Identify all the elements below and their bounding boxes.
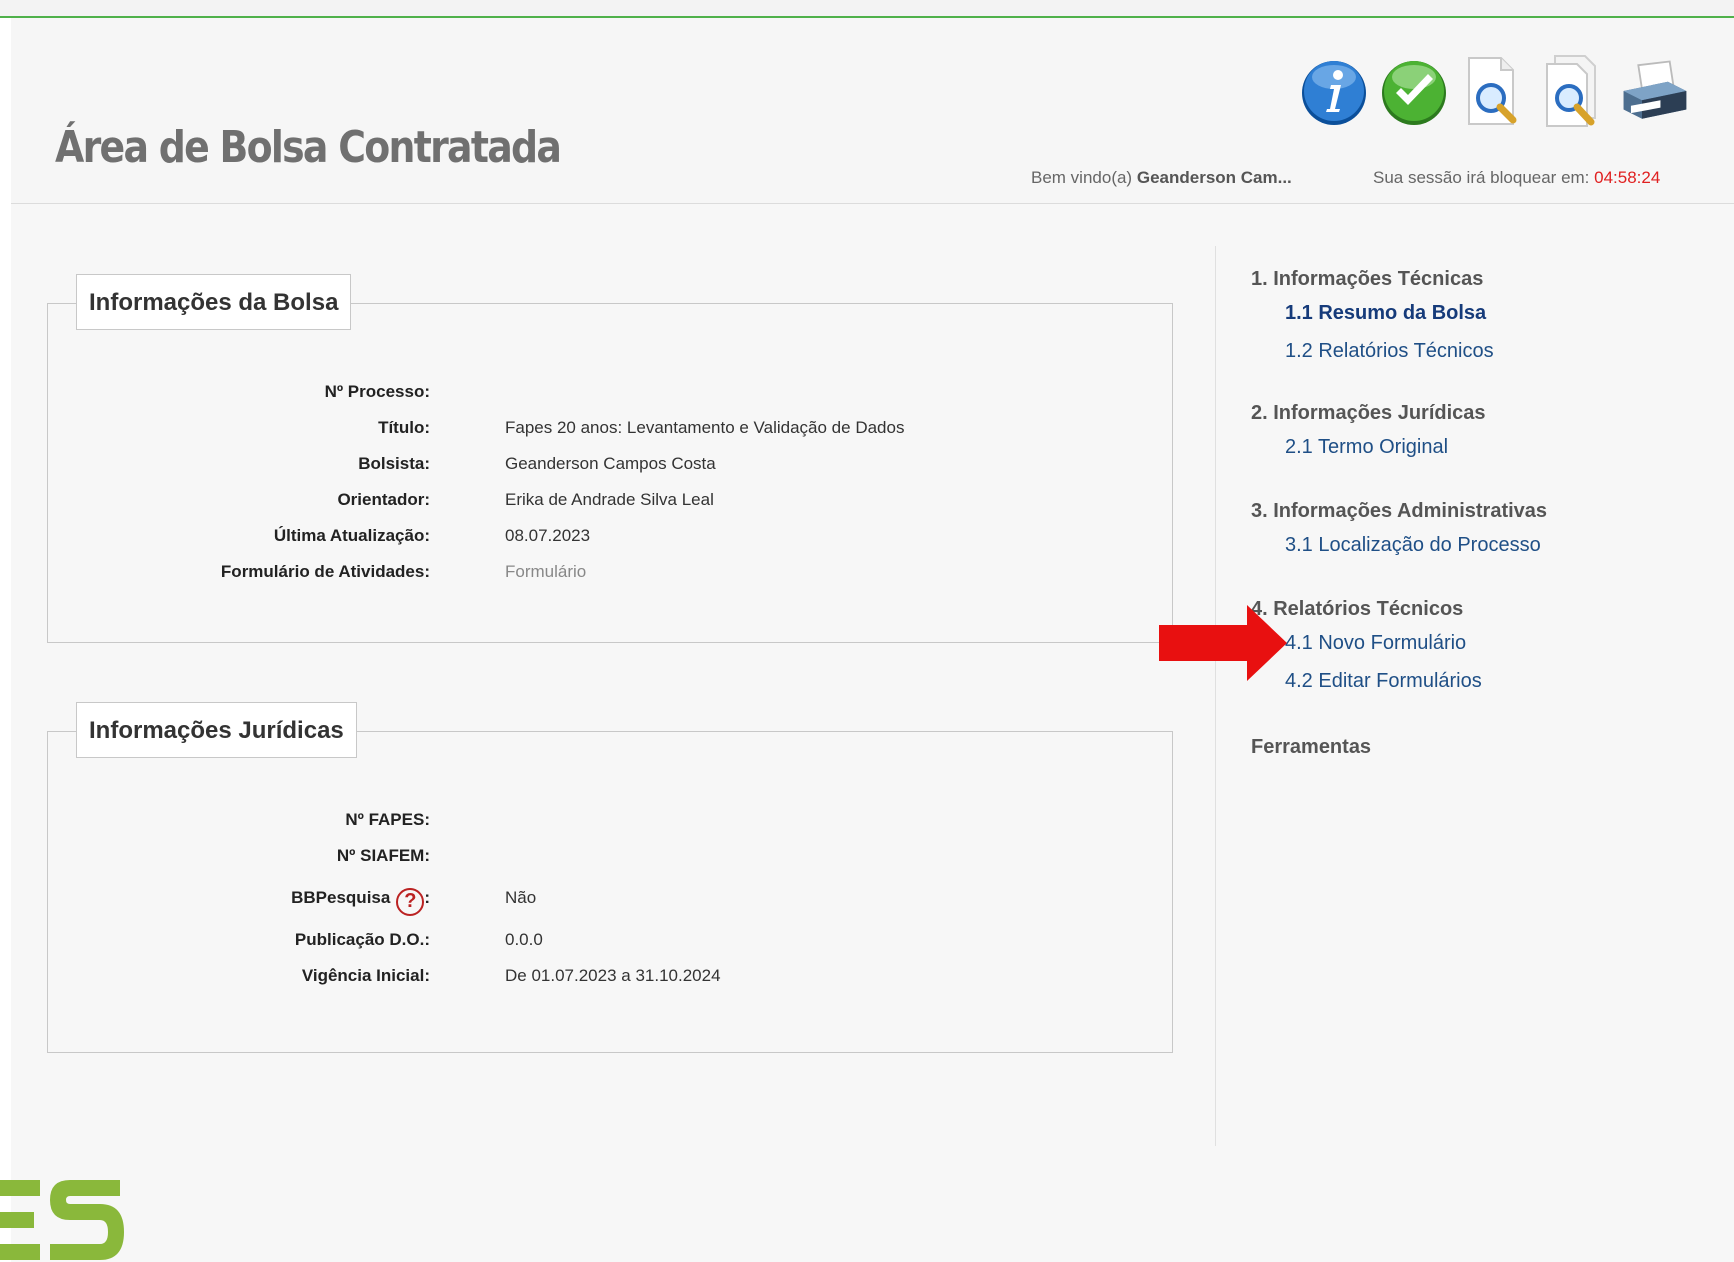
session-label: Sua sessão irá bloquear em: [1373,168,1590,187]
value-titulo: Fapes 20 anos: Levantamento e Validação … [505,418,905,437]
label-ultima-atualizacao: Última Atualização: [273,526,430,545]
juridicas-panel: Informações Jurídicas Nº FAPES: Nº SIAFE… [47,702,1173,1053]
row-bolsista: Bolsista: Geanderson Campos Costa [48,454,1148,478]
fapes-logo [0,1180,124,1260]
value-bbpesquisa: Não [505,888,537,907]
menu-group-tecnicas: 1. Informações Técnicas [1251,268,1484,290]
row-orientador: Orientador: Erika de Andrade Silva Leal [48,490,1148,514]
label-processo: Nº Processo: [324,382,430,401]
menu-group-ferramentas[interactable]: Ferramentas [1251,736,1371,759]
menu-item-localizacao-processo[interactable]: 3.1 Localização do Processo [1285,534,1541,557]
row-bbpesquisa: BBPesquisa?: Não [48,888,1148,916]
label-siafem: Nº SIAFEM: [336,846,430,865]
printer-icon[interactable] [1618,52,1690,130]
row-publicacao: Publicação D.O.: 0.0.0 [48,930,1148,954]
menu-item-novo-formulario[interactable]: 4.1 Novo Formulário [1285,632,1466,655]
row-formulario-atividades: Formulário de Atividades: Formulário [48,562,1148,586]
row-fapes: Nº FAPES: [48,810,1148,834]
toolbar [1298,48,1690,134]
value-publicacao: 0.0.0 [505,930,543,949]
label-formulario-atividades: Formulário de Atividades: [220,562,430,581]
label-bbpesquisa-suffix: : [424,888,430,907]
welcome-text: Bem vindo(a) Geanderson Cam... [1031,168,1292,188]
label-bbpesquisa: BBPesquisa?: [291,888,430,916]
header: Área de Bolsa Contratada Bem vindo(a) Ge… [11,18,1734,204]
red-arrow-annotation [1159,605,1287,681]
label-orientador: Orientador: [337,490,430,509]
label-publicacao: Publicação D.O.: [294,930,430,949]
welcome-prefix: Bem vindo(a) [1031,168,1133,187]
row-titulo: Título: Fapes 20 anos: Levantamento e Va… [48,418,1148,442]
bolsa-panel: Informações da Bolsa Nº Processo: Título… [47,274,1173,643]
bolsa-legend: Informações da Bolsa [76,274,352,330]
menu-item-resumo-bolsa[interactable]: 1.1 Resumo da Bolsa [1285,302,1486,325]
menu-item-termo-original[interactable]: 2.1 Termo Original [1285,436,1448,459]
row-processo: Nº Processo: [48,382,1148,406]
label-titulo: Título: [378,418,430,437]
help-icon[interactable]: ? [396,888,425,916]
value-vigencia: De 01.07.2023 a 31.10.2024 [505,966,721,985]
user-name: Geanderson Cam... [1136,168,1292,187]
menu-item-relatorios-tecnicos[interactable]: 1.2 Relatórios Técnicos [1285,340,1494,363]
value-orientador: Erika de Andrade Silva Leal [505,490,714,509]
top-border [0,0,1734,18]
info-icon[interactable] [1298,52,1370,130]
session-timer: 04:58:24 [1594,168,1661,187]
zoom-documents-icon[interactable] [1538,52,1610,130]
label-vigencia: Vigência Inicial: [301,966,430,985]
menu-group-administrativas: 3. Informações Administrativas [1251,500,1548,522]
row-ultima-atualizacao: Última Atualização: 08.07.2023 [48,526,1148,550]
label-bbpesquisa-text: BBPesquisa [291,888,391,907]
menu-group-juridicas: 2. Informações Jurídicas [1251,402,1486,424]
page: Área de Bolsa Contratada Bem vindo(a) Ge… [11,18,1734,1262]
session-info: Sua sessão irá bloquear em: 04:58:24 [1373,168,1660,188]
label-fapes: Nº FAPES: [345,810,430,829]
row-siafem: Nº SIAFEM: [48,846,1148,870]
check-icon[interactable] [1378,52,1450,130]
value-bolsista: Geanderson Campos Costa [505,454,716,473]
menu-divider [1215,246,1216,1146]
formulario-link[interactable]: Formulário [505,562,586,582]
juridicas-legend: Informações Jurídicas [76,702,357,758]
value-ultima-atualizacao: 08.07.2023 [505,526,591,545]
row-vigencia: Vigência Inicial: De 01.07.2023 a 31.10.… [48,966,1148,990]
menu-item-editar-formularios[interactable]: 4.2 Editar Formulários [1285,670,1482,693]
label-bolsista: Bolsista: [358,454,430,473]
zoom-document-icon[interactable] [1458,52,1530,130]
page-title: Área de Bolsa Contratada [55,122,562,173]
